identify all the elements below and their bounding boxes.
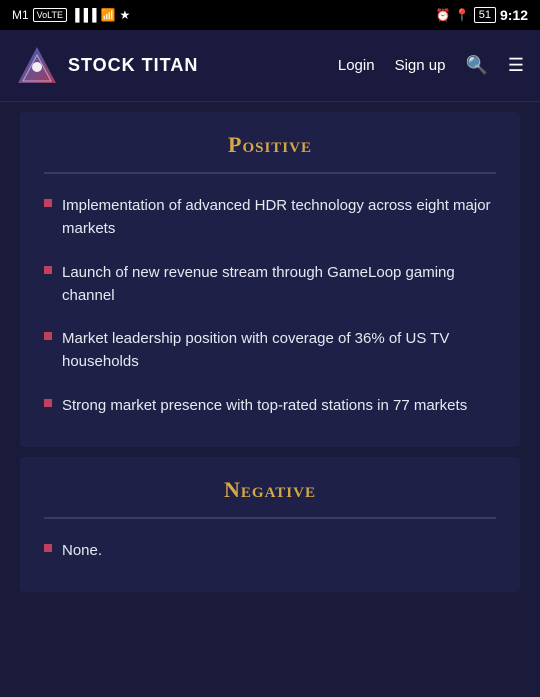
main-content: Positive Implementation of advanced HDR … — [0, 102, 540, 697]
positive-title: Positive — [44, 132, 496, 158]
extra-icon: ★ — [120, 8, 131, 22]
bullet-icon — [44, 332, 52, 340]
time-display: 9:12 — [500, 7, 528, 23]
wifi-icon: 📶 — [101, 8, 116, 22]
logo-text: STOCK TITAN — [68, 55, 198, 76]
negative-divider — [44, 517, 496, 519]
positive-divider — [44, 172, 496, 174]
status-right: ⏰ 📍 51 9:12 — [436, 7, 528, 23]
signup-link[interactable]: Sign up — [395, 57, 446, 74]
item-text: Strong market presence with top-rated st… — [62, 394, 467, 417]
negative-title: Negative — [44, 477, 496, 503]
item-text: None. — [62, 539, 102, 562]
alarm-icon: ⏰ — [436, 8, 451, 22]
negative-list: None. — [44, 539, 496, 562]
menu-icon[interactable]: ☰ — [508, 55, 524, 76]
volte-badge: VoLTE — [33, 8, 67, 22]
bullet-icon — [44, 199, 52, 207]
logo-icon — [16, 45, 58, 87]
negative-section: Negative None. — [20, 457, 520, 592]
status-left: M1 VoLTE ▐▐▐ 📶 ★ — [12, 8, 130, 22]
list-item: Launch of new revenue stream through Gam… — [44, 261, 496, 308]
item-text: Market leadership position with coverage… — [62, 327, 496, 374]
nav-links: Login Sign up 🔍 ☰ — [338, 55, 524, 76]
list-item: Strong market presence with top-rated st… — [44, 394, 496, 417]
carrier-text: M1 — [12, 8, 29, 22]
item-text: Implementation of advanced HDR technolog… — [62, 194, 496, 241]
bullet-icon — [44, 544, 52, 552]
positive-section: Positive Implementation of advanced HDR … — [20, 112, 520, 447]
positive-list: Implementation of advanced HDR technolog… — [44, 194, 496, 417]
login-link[interactable]: Login — [338, 57, 375, 74]
item-text: Launch of new revenue stream through Gam… — [62, 261, 496, 308]
list-item: None. — [44, 539, 496, 562]
battery-icon: 51 — [474, 7, 496, 23]
status-bar: M1 VoLTE ▐▐▐ 📶 ★ ⏰ 📍 51 9:12 — [0, 0, 540, 30]
list-item: Market leadership position with coverage… — [44, 327, 496, 374]
navbar: STOCK TITAN Login Sign up 🔍 ☰ — [0, 30, 540, 102]
bullet-icon — [44, 266, 52, 274]
list-item: Implementation of advanced HDR technolog… — [44, 194, 496, 241]
signal-icon: ▐▐▐ — [71, 8, 97, 22]
search-icon[interactable]: 🔍 — [465, 55, 487, 76]
location-icon: 📍 — [455, 8, 470, 22]
logo-container: STOCK TITAN — [16, 45, 338, 87]
bullet-icon — [44, 399, 52, 407]
